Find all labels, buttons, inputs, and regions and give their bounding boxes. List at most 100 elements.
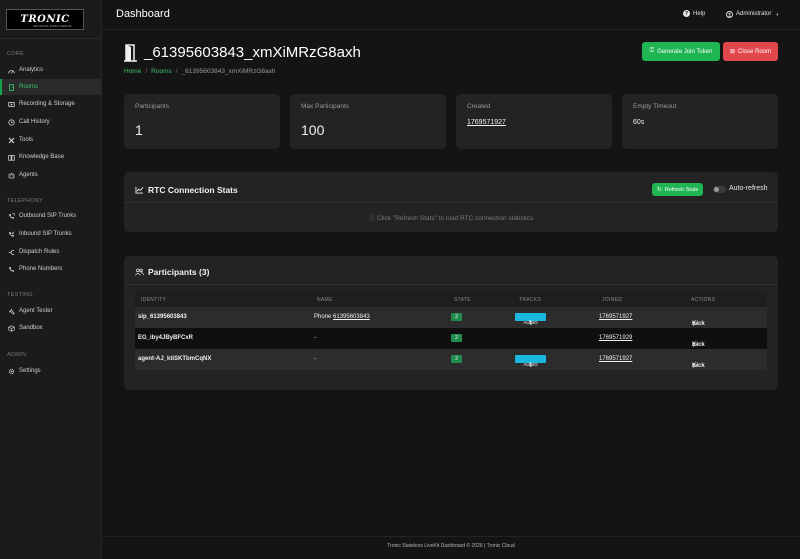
people-icon [135,268,144,276]
breadcrumb-rooms[interactable]: Rooms [151,68,172,75]
sidebar-item-inbound-sip[interactable]: Inbound SIP Trunks [0,226,101,242]
info-icon: ⓘ [368,215,378,222]
close-room-button[interactable]: ⊠ Close Room [723,42,778,61]
close-room-label: Close Room [738,48,772,55]
auto-refresh-toggle[interactable] [713,186,726,193]
stat-label: Empty Timeout [633,103,677,110]
section-title-telephony: TELEPHONY [7,198,44,204]
kick-label: Kick [692,363,705,369]
joined-timestamp[interactable]: 1769571927 [599,314,632,320]
sidebar-item-analytics[interactable]: Analytics [0,62,101,78]
kick-label: Kick [692,342,705,348]
table-row: sip_61395603843 Phone 61395603843 2 🎙︎ AU… [135,307,767,328]
chevron-down-icon: ▼ [775,11,780,17]
analytics-icon [7,66,15,74]
participant-name: Phone 61395603843 [314,314,370,320]
joined-timestamp[interactable]: 1769571929 [599,335,632,341]
sidebar-item-settings[interactable]: Settings [0,363,101,379]
participant-number-link[interactable]: 61395603843 [333,314,370,320]
state-badge: 2 [451,313,462,321]
sandbox-icon [7,324,15,332]
sidebar-item-outbound-sip[interactable]: Outbound SIP Trunks [0,208,101,224]
top-bar: Dashboard ? Help Administrator ▼ [102,0,800,30]
sidebar-item-label: Settings [19,368,41,374]
sidebar-item-label: Recording & Storage [19,101,75,107]
sidebar-item-label: Knowledge Base [19,154,65,160]
rtc-hint: ⓘ Click "Refresh Stats" to load RTC conn… [124,212,778,222]
refresh-icon: ↻ [656,187,662,193]
stat-card-max-participants: Max Participants 100 [290,94,446,149]
sidebar-item-call-history[interactable]: Call History [0,114,101,130]
generate-join-token-button[interactable]: ⚿ Generate Join Token [642,42,720,61]
auto-refresh-label: Auto-refresh [729,185,768,192]
audio-track-badge: 🎙︎ AUDIO [515,355,546,367]
panel-divider [124,202,778,203]
user-icon [726,10,733,18]
stat-value: 1 [135,122,143,138]
stat-label: Participants [135,103,169,110]
robot-icon [7,171,15,179]
participant-identity: sip_61395603843 [138,314,187,320]
table-header: IDENTITY NAME STATE TRACKS JOINED ACTION… [135,291,767,307]
column-header: TRACKS [519,297,542,303]
sidebar-item-dispatch-rules[interactable]: Dispatch Rules [0,244,101,260]
close-icon: ⊠ [729,49,735,55]
sidebar-item-phone-numbers[interactable]: Phone Numbers [0,261,101,277]
stat-card-created: Created 1769571927 [456,94,612,149]
help-link[interactable]: ? Help [683,10,705,17]
sidebar-item-recording[interactable]: Recording & Storage [0,96,101,112]
sidebar-item-sandbox[interactable]: Sandbox [0,320,101,336]
breadcrumb: Home / Rooms / _61395603843_xmXiMRzG8axh [124,68,276,75]
sidebar-item-agent-tester[interactable]: Agent Tester [0,303,101,319]
kick-label: Kick [692,321,705,327]
logo[interactable]: TRONIC ARTIFICIAL INTELLIGENCE [6,9,84,30]
phone-outbound-icon [7,212,15,220]
participant-name: - [314,356,316,362]
sidebar-item-rooms[interactable]: Rooms [0,79,101,95]
section-title-admin: ADMIN [7,352,27,358]
audio-track-badge: 🎙︎ AUDIO [515,313,546,325]
refresh-stats-label: Refresh Stats [664,186,699,193]
state-badge: 2 [451,355,462,363]
line-chart-icon [135,186,144,194]
sidebar-item-tools[interactable]: Tools [0,132,101,148]
phone-inbound-icon [7,230,15,238]
breadcrumb-current: _61395603843_xmXiMRzG8axh [181,68,276,75]
tester-icon [7,307,15,315]
refresh-stats-button[interactable]: ↻ Refresh Stats [652,183,703,196]
track-label: AUDIO [523,362,538,367]
column-header: ACTIONS [691,297,716,303]
sidebar-divider [0,38,102,39]
sidebar-item-knowledge-base[interactable]: Knowledge Base [0,149,101,165]
sidebar-item-label: Tools [19,137,34,143]
sidebar-item-label: Agent Tester [19,308,53,314]
rtc-stats-title: RTC Connection Stats [148,185,238,195]
participant-identity: EG_iby4JByBFCxR [138,335,194,341]
section-title-testing: TESTING [7,292,33,298]
book-icon [7,153,15,161]
participants-table: IDENTITY NAME STATE TRACKS JOINED ACTION… [135,291,767,370]
sidebar-item-label: Outbound SIP Trunks [19,213,77,219]
stat-value[interactable]: 1769571927 [467,119,506,126]
key-icon: ⚿ [649,48,655,54]
sidebar-item-label: Rooms [19,84,39,90]
sidebar-item-label: Inbound SIP Trunks [19,231,72,237]
user-menu[interactable]: Administrator ▼ [726,7,788,21]
joined-timestamp[interactable]: 1769571927 [599,356,632,362]
dispatch-icon [7,248,15,256]
door-icon [7,83,15,91]
stat-label: Created [467,103,491,110]
sidebar-item-agents[interactable]: Agents [0,167,101,183]
panel-divider [124,284,778,285]
breadcrumb-separator: / [145,68,148,75]
column-header: NAME [317,297,333,303]
page-title: _61395603843_xmXiMRzG8axh [144,44,361,61]
table-row: agent-AJ_ktiSKTbmCqNX - 2 🎙︎ AUDIO 176957… [135,349,767,370]
footer: Tronic Stateless LiveKit Dashboard © 202… [102,536,800,559]
app-title: Dashboard [116,8,170,20]
sidebar-item-label: Call History [19,119,50,125]
phone-icon [7,265,15,273]
history-icon [7,118,15,126]
help-icon: ? [683,10,690,17]
breadcrumb-home[interactable]: Home [124,68,141,75]
